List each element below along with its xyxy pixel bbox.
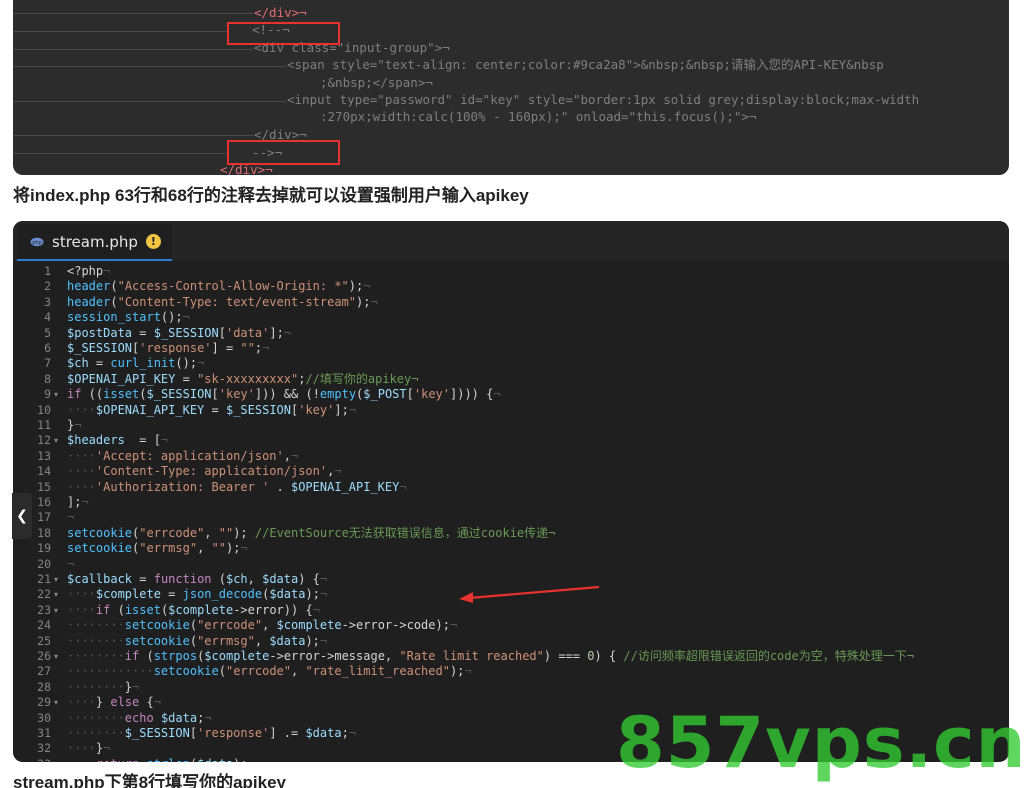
indent-guide (13, 31, 228, 32)
code-line: ····return strlen($data); (67, 757, 248, 762)
code-line: ····if (isset($complete->error)) {¬ (67, 602, 320, 617)
line-number: 28 (37, 679, 51, 694)
highlight-box-comment-open (227, 22, 340, 45)
code-line: $callback = function ($ch, $data) {¬ (67, 572, 328, 586)
line-number: 32 (37, 741, 51, 756)
code-line: ············setcookie("errcode", "rate_l… (67, 664, 472, 679)
code-line: ········echo $data;¬ (67, 710, 212, 725)
code-line: <?php¬ (67, 264, 111, 278)
code-line: </div>¬ (254, 5, 307, 20)
code-line: $OPENAI_API_KEY = "sk-xxxxxxxxx";//填写你的a… (67, 371, 419, 386)
code-line: ¬ (67, 510, 75, 525)
line-number: 10 (37, 402, 51, 417)
line-number: 2 (44, 279, 51, 294)
line-number: 8 (44, 371, 51, 386)
code-line: <input type="password" id="key" style="b… (287, 92, 920, 107)
chevron-left-icon: ❮ (16, 508, 28, 524)
highlight-box-comment-close (227, 140, 340, 165)
code-line: ;&nbsp;</span>¬ (320, 75, 433, 90)
code-line: session_start();¬ (67, 310, 190, 325)
code-line: if ((isset($_SESSION['key'])) && (!empty… (67, 387, 501, 402)
line-number: 9 (44, 387, 51, 402)
fold-chevron-icon[interactable]: ▾ (54, 433, 58, 448)
fold-chevron-icon[interactable]: ▾ (54, 572, 58, 587)
line-number: 23 (37, 602, 51, 617)
code-line: $_SESSION['response'] = "";¬ (67, 341, 270, 355)
line-number: 14 (37, 464, 51, 479)
code-line: $headers = [¬ (67, 433, 169, 448)
line-number: 21 (37, 572, 51, 586)
line-number: 24 (37, 618, 51, 633)
line-number: 26 (37, 649, 51, 663)
collapse-sidebar-button[interactable]: ❮ (12, 493, 32, 539)
code-line: ········$_SESSION['response'] .= $data;¬ (67, 726, 357, 740)
line-number: 1 (44, 264, 51, 278)
caption-index-instructions: 将index.php 63行和68行的注释去掉就可以设置强制用户输入apikey (13, 186, 529, 205)
indent-guide (13, 135, 253, 136)
code-line: ];¬ (67, 495, 89, 509)
caption-stream-instructions: stream.php下第8行填写你的apikey (13, 773, 287, 788)
code-line: ····'Authorization: Bearer ' . $OPENAI_A… (67, 479, 407, 494)
code-line: ····'Content-Type: application/json',¬ (67, 464, 342, 479)
line-number: 19 (37, 541, 51, 556)
php-file-icon: php (30, 232, 44, 251)
code-line: ····} else {¬ (67, 695, 161, 710)
code-line: ········setcookie("errmsg", $data);¬ (67, 633, 328, 648)
indent-guide (13, 66, 286, 67)
code-line: ········}¬ (67, 679, 140, 694)
line-number: 27 (37, 664, 51, 679)
line-number: 30 (37, 710, 51, 725)
code-line: header("Access-Control-Allow-Origin: *")… (67, 279, 371, 294)
indent-guide (13, 101, 286, 102)
line-number: 31 (37, 726, 51, 740)
code-line: ····$complete = json_decode($data);¬ (67, 587, 328, 602)
svg-text:php: php (32, 240, 42, 246)
code-line: $postData = $_SESSION['data'];¬ (67, 325, 292, 340)
code-line: setcookie("errmsg", "");¬ (67, 541, 248, 556)
code-snippet-index: </div>¬ <!--¬ <div class="input-group">¬… (13, 0, 1009, 175)
line-number: 6 (44, 341, 51, 355)
indent-guide (13, 13, 253, 14)
code-line: $ch = curl_init();¬ (67, 356, 205, 371)
fold-chevron-icon[interactable]: ▾ (54, 387, 58, 402)
fold-chevron-icon[interactable]: ▾ (54, 649, 58, 664)
tab-stream-php[interactable]: php stream.php ! (17, 224, 172, 261)
code-line: ········setcookie("errcode", $complete->… (67, 618, 458, 633)
fold-chevron-icon[interactable]: ▾ (54, 587, 58, 602)
annotation-arrow-icon (459, 585, 600, 603)
code-line: ····'Accept: application/json',¬ (67, 448, 299, 463)
code-line: ¬ (67, 556, 75, 571)
code-line: }¬ (67, 418, 82, 432)
code-line: header("Content-Type: text/event-stream"… (67, 294, 378, 309)
line-number: 25 (37, 633, 51, 648)
line-number: 22 (37, 587, 51, 602)
line-number: 13 (37, 448, 51, 463)
line-number: 11 (37, 418, 51, 432)
watermark-logo: 857vps.cn (616, 702, 1027, 784)
warning-icon: ! (145, 234, 161, 249)
line-number: 20 (37, 556, 51, 571)
code-line: ········if (strpos($complete->error->mes… (67, 649, 914, 663)
line-number: 33 (13, 757, 51, 762)
line-number: 7 (44, 356, 51, 371)
line-number: 12 (37, 433, 51, 448)
line-number: 4 (44, 310, 51, 325)
line-number: 29 (37, 695, 51, 710)
indent-guide (13, 49, 253, 50)
code-line: setcookie("errcode", ""); //EventSource无… (67, 525, 556, 540)
fold-chevron-icon[interactable]: ▾ (54, 603, 58, 618)
code-line: ····}¬ (67, 741, 111, 756)
line-number: 3 (44, 294, 51, 309)
editor-tab-bar: php stream.php ! (13, 221, 1009, 261)
code-line: <span style="text-align: center;color:#9… (287, 57, 884, 72)
code-line: :270px;width:calc(100% - 160px);" onload… (320, 109, 757, 124)
fold-chevron-icon[interactable]: ▾ (54, 695, 58, 710)
code-line: ····$OPENAI_API_KEY = $_SESSION['key'];¬ (67, 402, 357, 417)
code-editor-stream: php stream.php ! 1 2 3 4 5 6 7 8 9 ▾ 10 11 12 ▾ 13 14 15… (13, 221, 1009, 762)
line-number: 5 (44, 325, 51, 340)
indent-guide (13, 153, 228, 154)
tab-label: stream.php (52, 232, 138, 251)
